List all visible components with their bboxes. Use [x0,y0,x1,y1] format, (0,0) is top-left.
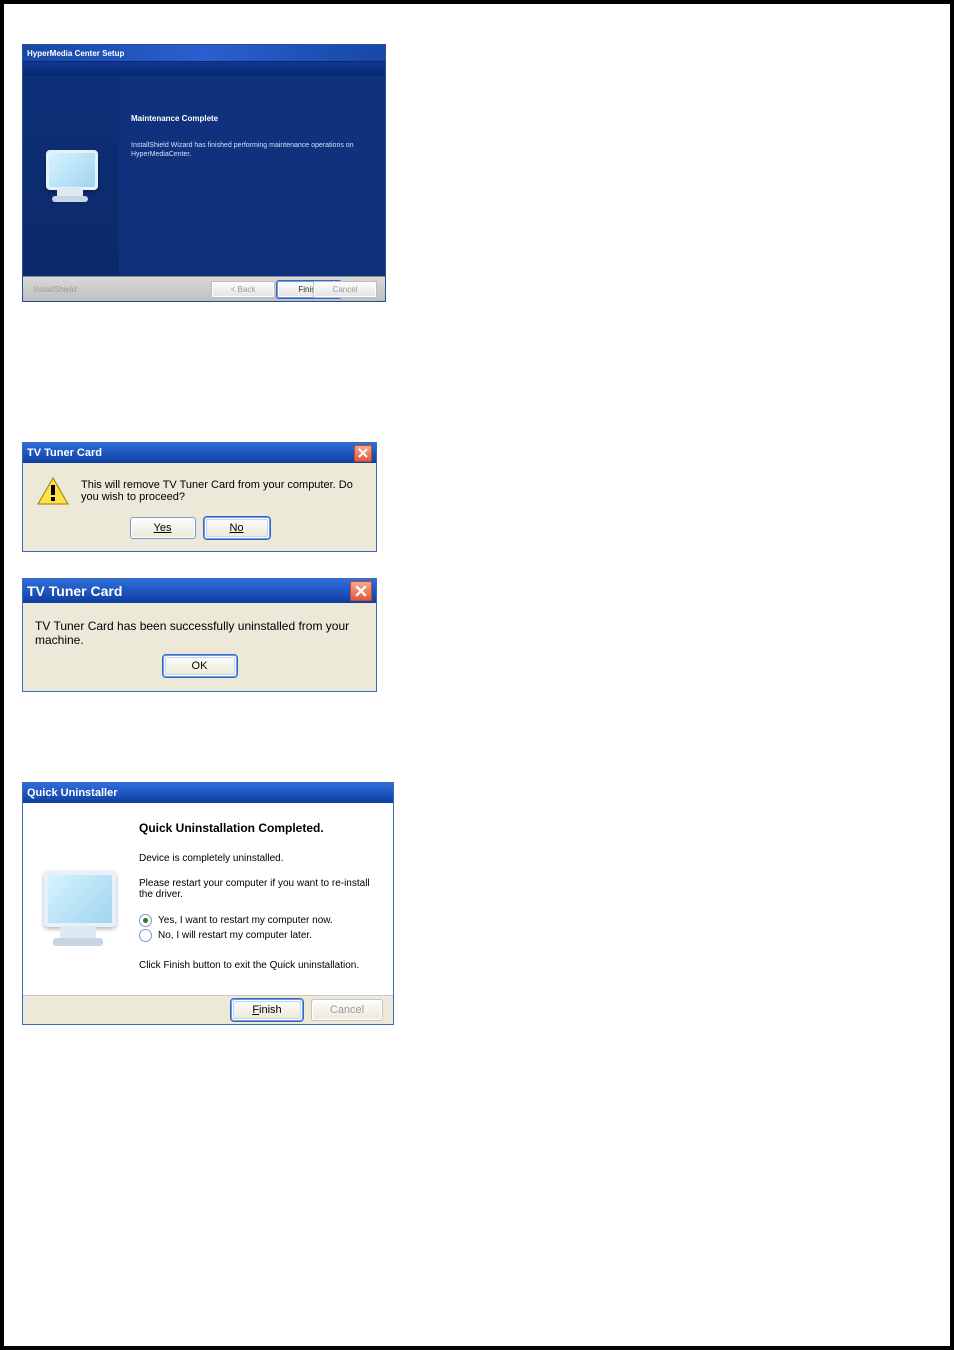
hypermedia-setup-dialog: HyperMedia Center Setup Maintenance Comp… [22,44,386,302]
radio-selected-icon [139,914,152,927]
close-button[interactable] [354,445,372,462]
option-label: Yes, I want to restart my computer now. [158,915,333,926]
dialog-title: TV Tuner Card [27,583,122,599]
dialog-title: HyperMedia Center Setup [23,45,385,62]
uninstalled-success-dialog: TV Tuner Card TV Tuner Card has been suc… [22,578,377,692]
body-line-2: Please restart your computer if you want… [139,878,379,900]
option-label: No, I will restart my computer later. [158,930,312,941]
sidebar-graphic [23,803,135,995]
close-icon [355,585,367,597]
sidebar-graphic [23,76,119,276]
heading: Maintenance Complete [131,114,365,123]
finish-button[interactable]: Finish [231,999,303,1021]
quick-uninstaller-dialog: Quick Uninstaller Quick Uninstallation C… [22,782,394,1025]
heading: Quick Uninstallation Completed. [139,821,379,835]
close-button[interactable] [350,581,372,601]
restart-later-option[interactable]: No, I will restart my computer later. [139,929,379,942]
dialog-title: TV Tuner Card [27,447,102,459]
confirm-text: This will remove TV Tuner Card from your… [81,477,364,505]
ok-button[interactable]: OK [163,655,237,677]
dialog-titlebar: TV Tuner Card [23,579,376,603]
computer-monitor-icon [38,868,120,948]
dialog-title: Quick Uninstaller [27,787,117,799]
confirm-remove-dialog: TV Tuner Card This will remove TV Tuner … [22,442,377,552]
dialog-titlebar: Quick Uninstaller [23,783,393,803]
warning-icon [37,477,69,505]
back-button: < Back [211,281,275,298]
cancel-button: Cancel [311,999,383,1021]
restart-now-option[interactable]: Yes, I want to restart my computer now. [139,914,379,927]
body-text: InstallShield Wizard has finished perfor… [131,141,365,159]
body-line-3: Click Finish button to exit the Quick un… [139,960,379,971]
body-line-1: Device is completely uninstalled. [139,853,379,864]
dialog-titlebar: TV Tuner Card [23,443,376,463]
no-button[interactable]: No [204,517,270,539]
brand-label: InstallShield [33,285,76,294]
header-band [23,62,385,76]
yes-button[interactable]: Yes [130,517,196,539]
radio-unselected-icon [139,929,152,942]
cancel-button: Cancel [313,281,377,298]
success-text: TV Tuner Card has been successfully unin… [23,603,376,655]
computer-monitor-icon [42,148,100,204]
close-icon [358,448,368,458]
